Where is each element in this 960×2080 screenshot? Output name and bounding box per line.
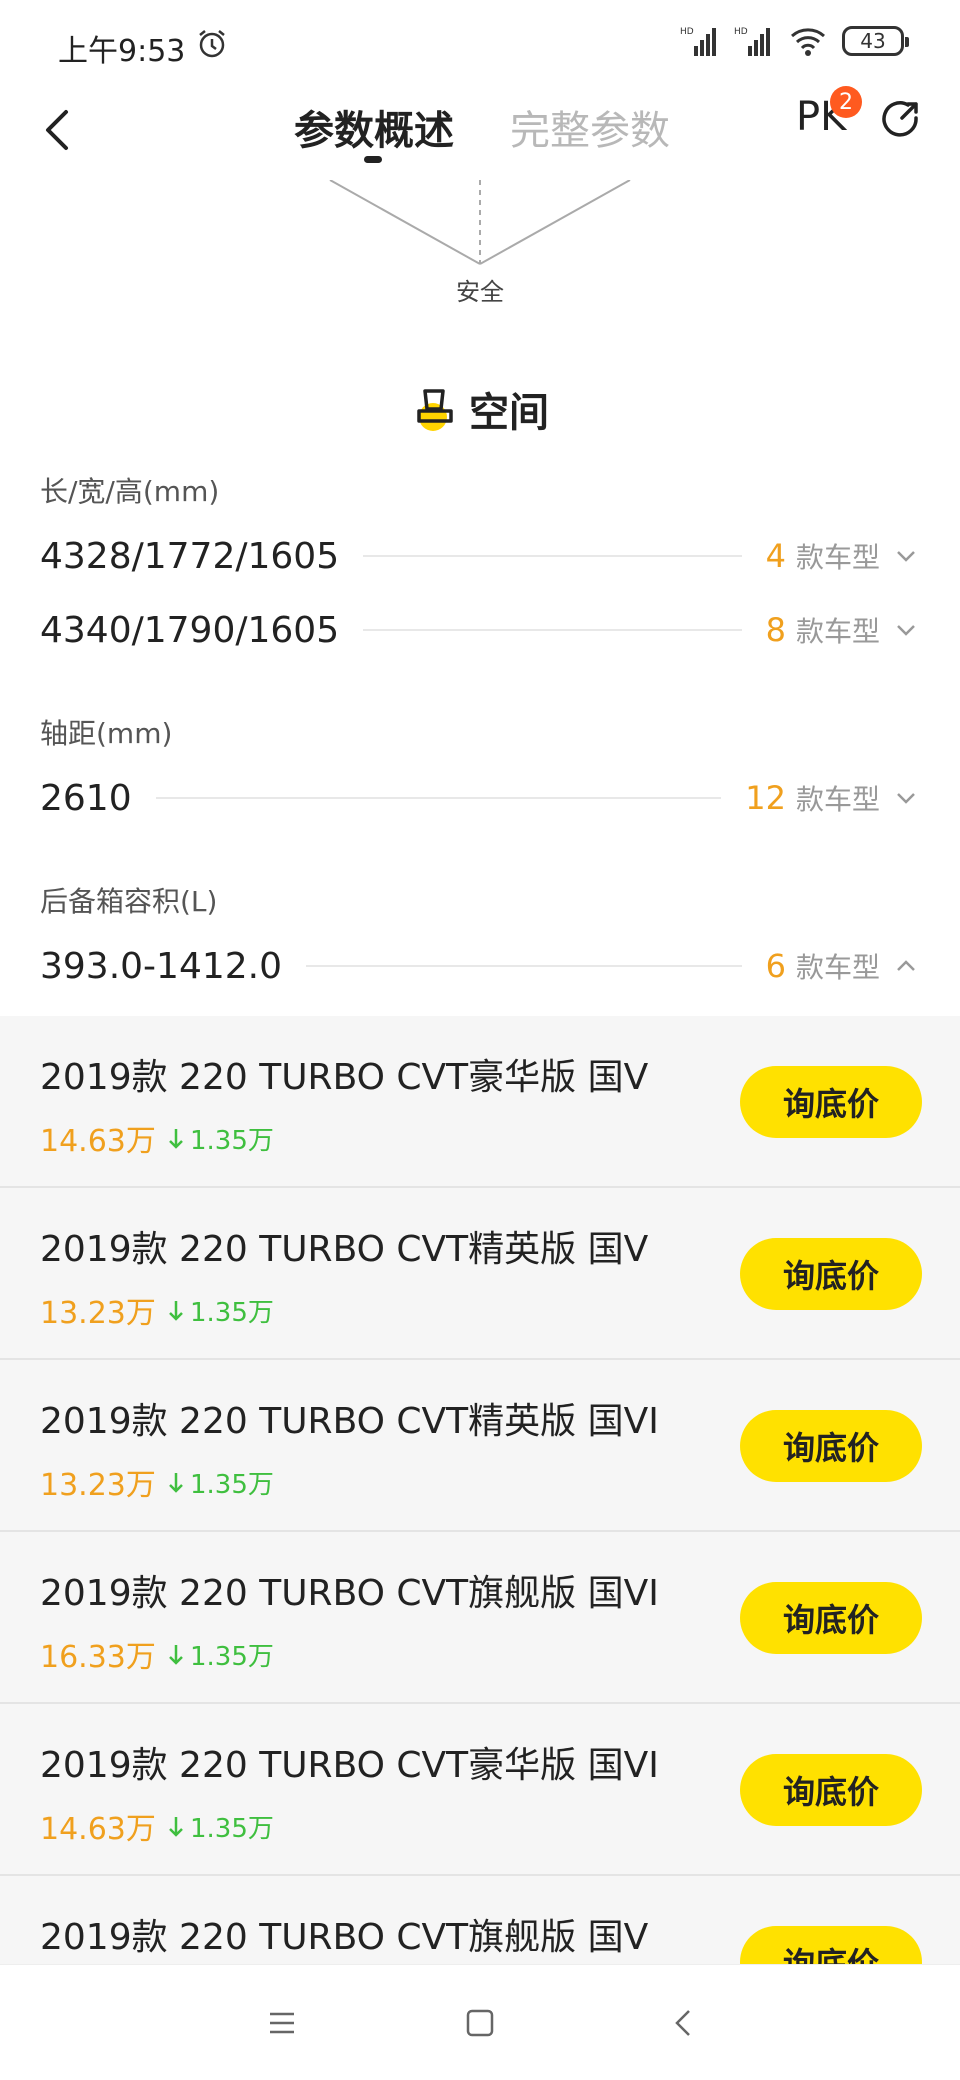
model-price: 13.23万 <box>40 1296 156 1331</box>
param-value: 393.0-1412.0 <box>40 945 283 987</box>
back-icon[interactable] <box>664 2003 704 2043</box>
model-list: 2019款 220 TURBO CVT豪华版 国V 14.63万 1.35万 询… <box>0 1016 960 1964</box>
param-row[interactable]: 2610 12 款车型 <box>40 768 920 828</box>
tab-full-params[interactable]: 完整参数 <box>510 98 670 156</box>
list-item[interactable]: 2019款 220 TURBO CVT旗舰版 国V 询底价 <box>0 1876 960 1964</box>
model-count: 6 <box>765 947 786 985</box>
home-icon[interactable] <box>460 2003 500 2043</box>
section-title: 空间 <box>469 390 549 436</box>
price-drop-value: 1.35万 <box>190 1298 274 1328</box>
tab-overview[interactable]: 参数概述 <box>294 98 454 156</box>
param-value: 4328/1772/1605 <box>40 535 340 577</box>
param-row[interactable]: 393.0-1412.0 6 款车型 <box>40 936 920 996</box>
model-name: 2019款 220 TURBO CVT豪华版 国VI <box>40 1745 659 1786</box>
arrow-down-icon <box>169 1128 183 1149</box>
chevron-down-icon[interactable] <box>892 542 920 570</box>
alarm-icon <box>199 30 225 58</box>
list-item[interactable]: 2019款 220 TURBO CVT精英版 国V 13.23万 1.35万 询… <box>0 1188 960 1360</box>
chevron-up-icon[interactable] <box>892 952 920 980</box>
svg-text:HD: HD <box>680 27 694 37</box>
seat-icon <box>417 389 453 431</box>
arrow-down-icon <box>169 1300 183 1321</box>
param-label-dimensions: 长/宽/高(mm) <box>40 475 220 508</box>
inquire-price-button[interactable]: 询底价 <box>740 1926 922 1964</box>
param-value: 2610 <box>40 777 132 819</box>
price-drop: 1.35万 <box>166 1808 274 1845</box>
section-header-space: 空间 <box>0 380 960 438</box>
price-drop-value: 1.35万 <box>190 1470 274 1500</box>
model-price: 16.33万 <box>40 1640 156 1675</box>
divider-line <box>363 629 742 631</box>
model-count-unit: 款车型 <box>795 783 880 816</box>
model-name: 2019款 220 TURBO CVT精英版 国VI <box>40 1401 659 1442</box>
pk-count-badge: 2 <box>830 86 862 118</box>
list-item[interactable]: 2019款 220 TURBO CVT豪华版 国V 14.63万 1.35万 询… <box>0 1016 960 1188</box>
model-price: 13.23万 <box>40 1468 156 1503</box>
status-bar: 上午9:53 HD HD 43 <box>0 0 960 84</box>
model-count: 12 <box>745 779 786 817</box>
price-drop: 1.35万 <box>166 1292 274 1329</box>
param-row[interactable]: 4340/1790/1605 8 款车型 <box>40 600 920 660</box>
arrow-down-icon <box>169 1644 183 1665</box>
param-label-wheelbase: 轴距(mm) <box>40 717 173 750</box>
inquire-price-button[interactable]: 询底价 <box>740 1066 922 1138</box>
radar-chart: 安全 <box>0 179 960 310</box>
signal-icon-2: HD <box>734 27 770 56</box>
svg-text:HD: HD <box>734 27 748 37</box>
top-header: 参数概述 完整参数 PK 2 <box>0 84 960 180</box>
inquire-price-button[interactable]: 询底价 <box>740 1238 922 1310</box>
price-drop: 1.35万 <box>166 1120 274 1157</box>
list-item[interactable]: 2019款 220 TURBO CVT旗舰版 国VI 16.33万 1.35万 … <box>0 1532 960 1704</box>
price-drop-value: 1.35万 <box>190 1126 274 1156</box>
model-count-unit: 款车型 <box>795 541 880 574</box>
battery-level: 43 <box>860 29 886 53</box>
system-nav-bar <box>0 1964 960 2080</box>
menu-icon[interactable] <box>262 2003 302 2043</box>
radar-label-safety: 安全 <box>456 278 504 306</box>
inquire-price-button[interactable]: 询底价 <box>740 1410 922 1482</box>
arrow-down-icon <box>169 1816 183 1837</box>
param-label-trunk: 后备箱容积(L) <box>40 885 218 918</box>
divider-line <box>306 965 742 967</box>
model-count-unit: 款车型 <box>795 615 880 648</box>
model-count: 8 <box>765 611 786 649</box>
list-item[interactable]: 2019款 220 TURBO CVT精英版 国VI 13.23万 1.35万 … <box>0 1360 960 1532</box>
model-name: 2019款 220 TURBO CVT精英版 国V <box>40 1229 649 1270</box>
model-price: 14.63万 <box>40 1124 156 1159</box>
list-item[interactable]: 2019款 220 TURBO CVT豪华版 国VI 14.63万 1.35万 … <box>0 1704 960 1876</box>
chevron-down-icon[interactable] <box>892 616 920 644</box>
status-time: 上午9:53 <box>58 34 186 69</box>
model-name: 2019款 220 TURBO CVT旗舰版 国VI <box>40 1573 659 1614</box>
model-count: 4 <box>765 537 786 575</box>
wifi-icon <box>791 28 825 56</box>
inquire-price-button[interactable]: 询底价 <box>740 1754 922 1826</box>
divider-line <box>363 555 742 557</box>
param-value: 4340/1790/1605 <box>40 609 340 651</box>
arrow-down-icon <box>169 1472 183 1493</box>
price-drop: 1.35万 <box>166 1636 274 1673</box>
model-price: 14.63万 <box>40 1812 156 1847</box>
inquire-price-button[interactable]: 询底价 <box>740 1582 922 1654</box>
model-name: 2019款 220 TURBO CVT旗舰版 国V <box>40 1917 649 1958</box>
model-name: 2019款 220 TURBO CVT豪华版 国V <box>40 1057 649 1098</box>
param-row[interactable]: 4328/1772/1605 4 款车型 <box>40 526 920 586</box>
model-count-unit: 款车型 <box>795 951 880 984</box>
tab-indicator <box>364 156 382 163</box>
price-drop-value: 1.35万 <box>190 1814 274 1844</box>
chevron-down-icon[interactable] <box>892 784 920 812</box>
price-drop: 1.35万 <box>166 1464 274 1501</box>
signal-icon: HD <box>680 27 716 56</box>
price-drop-value: 1.35万 <box>190 1642 274 1672</box>
battery-indicator: 43 <box>842 26 909 56</box>
divider-line <box>155 797 722 799</box>
share-icon[interactable] <box>876 96 924 144</box>
